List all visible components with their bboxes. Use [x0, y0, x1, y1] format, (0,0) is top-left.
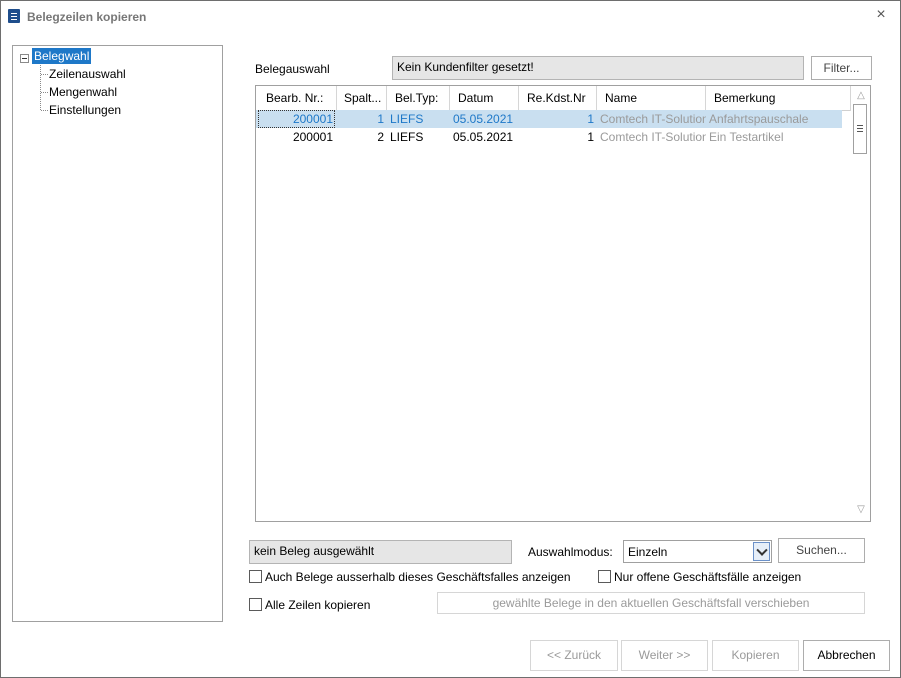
auswahlmodus-label: Auswahlmodus: [528, 545, 613, 559]
back-button[interactable]: << Zurück [530, 640, 618, 671]
column-header-name[interactable]: Name [597, 86, 706, 111]
column-header-bearb-nr[interactable]: Bearb. Nr.: [256, 86, 337, 111]
chevron-down-icon[interactable] [753, 542, 770, 561]
tree-item-zeilenauswahl[interactable]: Zeilenauswahl [41, 66, 126, 82]
tree-item-belegwahl[interactable]: Belegwahl [32, 48, 92, 64]
document-icon [8, 9, 20, 23]
collapse-icon[interactable] [20, 54, 29, 63]
auswahlmodus-value: Einzeln [628, 545, 668, 559]
filter-button[interactable]: Filter... [811, 56, 872, 80]
cell-bearb-nr: 200001 [292, 112, 333, 126]
dialog-window: Belegzeilen kopieren × Belegwahl Zeilena… [0, 0, 901, 678]
cell-bel-typ: LIEFS [390, 112, 424, 126]
only-open-label: Nur offene Geschäftsfälle anzeigen [614, 570, 802, 584]
only-open-checkbox[interactable] [598, 570, 611, 583]
auswahlmodus-select[interactable]: Einzeln [623, 540, 772, 563]
copy-all-lines-label: Alle Zeilen kopieren [265, 598, 371, 612]
cell-bemerkung: Ein Testartikel [709, 130, 784, 144]
column-header-bemerkung[interactable]: Bemerkung [706, 86, 851, 111]
column-header-spalte[interactable]: Spalt... [337, 86, 387, 111]
copy-all-lines-checkbox[interactable] [249, 598, 262, 611]
cell-spalte: 1 [377, 112, 384, 126]
window-title: Belegzeilen kopieren [27, 10, 147, 24]
grid-header: Bearb. Nr.: Spalt... Bel.Typ: Datum Re.K… [256, 86, 851, 111]
cell-datum: 05.05.2021 [453, 112, 514, 126]
tree-item-mengenwahl[interactable]: Mengenwahl [40, 84, 117, 100]
cell-bel-typ: LIEFS [390, 130, 424, 144]
column-header-re-kdst-nr[interactable]: Re.Kdst.Nr [519, 86, 597, 111]
cell-datum: 05.05.2021 [453, 130, 514, 144]
cell-re-kdst-nr: 1 [587, 130, 594, 144]
copy-button[interactable]: Kopieren [712, 640, 799, 671]
scroll-thumb[interactable] [853, 104, 867, 154]
cell-spalte: 2 [377, 130, 384, 144]
cancel-button[interactable]: Abbrechen [803, 640, 890, 671]
tree-connector [40, 63, 41, 110]
move-documents-button[interactable]: gewählte Belege in den aktuellen Geschäf… [437, 592, 865, 614]
document-grid[interactable]: Bearb. Nr.: Spalt... Bel.Typ: Datum Re.K… [255, 85, 871, 522]
selection-status-field: kein Beleg ausgewählt [249, 540, 512, 564]
scroll-down-icon[interactable]: ▽ [855, 505, 867, 515]
column-header-datum[interactable]: Datum [450, 86, 519, 111]
outside-case-checkbox[interactable] [249, 570, 262, 583]
outside-case-label: Auch Belege ausserhalb dieses Geschäftsf… [265, 570, 571, 584]
scroll-up-icon[interactable]: △ [855, 91, 867, 101]
cell-name: Comtech IT-Solutions [600, 112, 706, 126]
belegauswahl-label: Belegauswahl [255, 62, 330, 76]
cell-bemerkung: Anfahrtspauschale [709, 112, 809, 126]
next-button[interactable]: Weiter >> [621, 640, 708, 671]
customer-filter-field: Kein Kundenfilter gesetzt! [392, 56, 804, 80]
tree-item-einstellungen[interactable]: Einstellungen [40, 102, 121, 118]
close-icon[interactable]: × [872, 6, 890, 24]
column-header-bel-typ[interactable]: Bel.Typ: [387, 86, 450, 111]
navigation-tree: Belegwahl Zeilenauswahl Mengenwahl Einst… [12, 45, 223, 622]
cell-re-kdst-nr: 1 [587, 112, 594, 126]
search-button[interactable]: Suchen... [778, 538, 865, 563]
cell-bearb-nr: 200001 [292, 130, 333, 144]
table-row[interactable]: 200001 1 LIEFS 05.05.2021 1 Comtech IT-S… [256, 110, 842, 128]
table-row[interactable]: 200001 2 LIEFS 05.05.2021 1 Comtech IT-S… [256, 128, 842, 146]
vertical-scrollbar[interactable]: △ ▽ [852, 86, 870, 521]
title-bar: Belegzeilen kopieren × [1, 1, 900, 31]
cell-name: Comtech IT-Solutions [600, 130, 706, 144]
